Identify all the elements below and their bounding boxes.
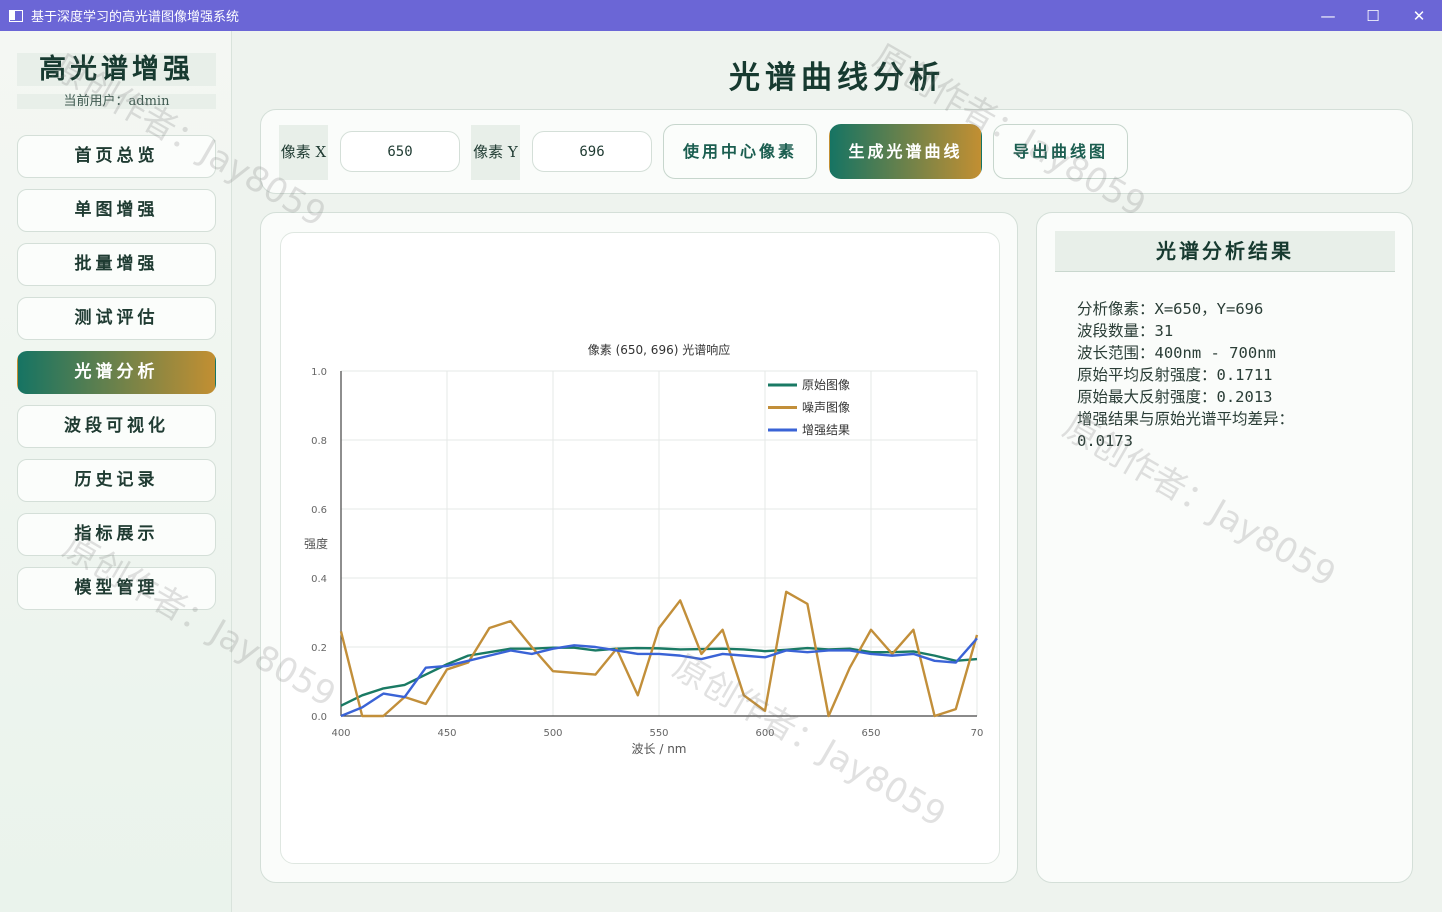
nav-metrics[interactable]: 指标展示: [17, 513, 216, 556]
pixel-y-input[interactable]: [532, 131, 652, 172]
y-tick-label: 0.4: [311, 574, 327, 585]
nav-spectral-analysis[interactable]: 光谱分析: [17, 351, 216, 394]
x-tick-label: 600: [755, 728, 774, 739]
x-tick-label: 500: [543, 728, 562, 739]
export-chart-button[interactable]: 导出曲线图: [993, 124, 1128, 179]
nav-history[interactable]: 历史记录: [17, 459, 216, 502]
x-tick-label: 450: [437, 728, 456, 739]
pixel-x-input[interactable]: [340, 131, 460, 172]
nav-band-visualization[interactable]: 波段可视化: [17, 405, 216, 448]
use-center-pixel-button[interactable]: 使用中心像素: [663, 124, 817, 179]
x-tick-label: 650: [861, 728, 880, 739]
y-tick-label: 1.0: [311, 367, 327, 378]
brand-title: 高光谱增强: [17, 53, 216, 86]
x-tick-label: 400: [331, 728, 350, 739]
close-button[interactable]: ✕: [1396, 0, 1442, 31]
nav-test-eval[interactable]: 测试评估: [17, 297, 216, 340]
minimize-button[interactable]: —: [1305, 0, 1351, 31]
legend-label: 原始图像: [802, 378, 850, 392]
nav-batch-enhance[interactable]: 批量增强: [17, 243, 216, 286]
maximize-button[interactable]: ☐: [1350, 0, 1396, 31]
x-tick-label: 550: [649, 728, 668, 739]
x-axis-label: 波长 / nm: [632, 742, 687, 756]
x-tick-label: 70: [971, 728, 984, 739]
y-axis-label: 强度: [304, 536, 328, 551]
y-tick-label: 0.6: [311, 505, 327, 516]
chart-title: 像素 (650, 696) 光谱响应: [588, 342, 730, 357]
sidebar: 高光谱增强 当前用户：admin 首页总览 单图增强 批量增强 测试评估 光谱分…: [0, 31, 232, 912]
chart-panel: 0.0 0.2 0.4 0.6 0.8 1.0 400 450 500 550 600 650 70 像素…: [260, 212, 1018, 883]
nav-model-management[interactable]: 模型管理: [17, 567, 216, 610]
pixel-y-label: 像素 Y: [471, 125, 520, 180]
current-user-label: 当前用户：admin: [17, 94, 216, 109]
window-title: 基于深度学习的高光谱图像增强系统: [31, 10, 240, 25]
nav-home[interactable]: 首页总览: [17, 135, 216, 178]
title-bar: 基于深度学习的高光谱图像增强系统 — ☐ ✕: [0, 0, 1442, 31]
pixel-x-label: 像素 X: [279, 125, 328, 180]
y-tick-label: 0.2: [311, 643, 327, 654]
page-title: 光谱曲线分析: [729, 60, 945, 96]
toolbar-panel: 像素 X 像素 Y 使用中心像素 生成光谱曲线 导出曲线图: [260, 109, 1413, 194]
chart-canvas: 0.0 0.2 0.4 0.6 0.8 1.0 400 450 500 550 600 650 70 像素…: [280, 232, 1000, 864]
app-window-icon: [9, 9, 23, 22]
spectral-chart: 0.0 0.2 0.4 0.6 0.8 1.0 400 450 500 550 600 650 70 像素…: [304, 342, 984, 756]
y-tick-label: 0.0: [311, 712, 327, 723]
generate-curve-button[interactable]: 生成光谱曲线: [829, 124, 982, 179]
legend-label: 增强结果: [802, 423, 850, 437]
result-title: 光谱分析结果: [1055, 231, 1395, 272]
y-tick-label: 0.8: [311, 436, 327, 447]
result-panel: 光谱分析结果 分析像素：X=650，Y=696 波段数量：31 波长范围：400…: [1036, 212, 1413, 883]
legend-label: 噪声图像: [802, 401, 850, 415]
result-text: 分析像素：X=650，Y=696 波段数量：31 波长范围：400nm - 70…: [1077, 300, 1295, 450]
nav-single-enhance[interactable]: 单图增强: [17, 189, 216, 232]
